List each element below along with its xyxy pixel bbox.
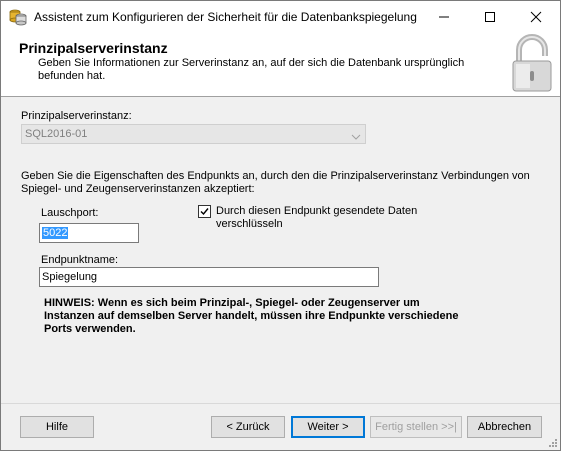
maximize-icon <box>485 11 495 22</box>
title-bar[interactable]: Assistent zum Konfigurieren der Sicherhe… <box>1 1 560 32</box>
port-label: Lauschport: <box>41 207 99 219</box>
encrypt-label: Durch diesen Endpunkt gesendete Daten ve… <box>216 205 418 230</box>
minimize-icon <box>439 16 449 17</box>
wizard-window: Assistent zum Konfigurieren der Sicherhe… <box>0 0 561 451</box>
back-button[interactable]: < Zurück <box>211 416 285 438</box>
lock-icon <box>509 34 555 94</box>
finish-button[interactable]: Fertig stellen >>| <box>370 416 462 438</box>
window-title: Assistent zum Konfigurieren der Sicherhe… <box>34 10 417 24</box>
note-text: HINWEIS: Wenn es sich beim Prinzipal-, S… <box>44 297 459 335</box>
page-description: Geben Sie Informationen zur Serverinstan… <box>38 57 465 82</box>
port-value: 5022 <box>42 227 69 239</box>
page-title: Prinzipalserverinstanz <box>19 40 168 56</box>
endpoint-description: Geben Sie die Eigenschaften des Endpunkt… <box>21 170 530 195</box>
maximize-button[interactable] <box>467 1 513 32</box>
endpoint-name-label: Endpunktname: <box>41 254 119 266</box>
footer-divider <box>1 403 560 404</box>
port-input[interactable]: 5022 <box>39 223 139 243</box>
minimize-button[interactable] <box>421 1 467 32</box>
database-mirroring-icon <box>9 8 27 26</box>
endpoint-name-input[interactable]: Spiegelung <box>39 267 379 287</box>
wizard-header: Prinzipalserverinstanz Geben Sie Informa… <box>1 32 560 97</box>
instance-combobox[interactable]: SQL2016-01 <box>21 124 366 144</box>
instance-value: SQL2016-01 <box>25 128 88 140</box>
close-button[interactable] <box>513 1 559 32</box>
endpoint-name-value: Spiegelung <box>42 271 98 283</box>
close-icon <box>530 11 542 22</box>
help-button[interactable]: Hilfe <box>20 416 94 438</box>
encrypt-checkbox[interactable] <box>198 205 211 218</box>
resize-grip-icon[interactable] <box>548 438 558 448</box>
cancel-button[interactable]: Abbrechen <box>467 416 542 438</box>
checkmark-icon <box>200 208 209 216</box>
next-button[interactable]: Weiter > <box>291 416 365 438</box>
instance-label: Prinzipalserverinstanz: <box>21 110 132 122</box>
chevron-down-icon <box>351 131 361 143</box>
